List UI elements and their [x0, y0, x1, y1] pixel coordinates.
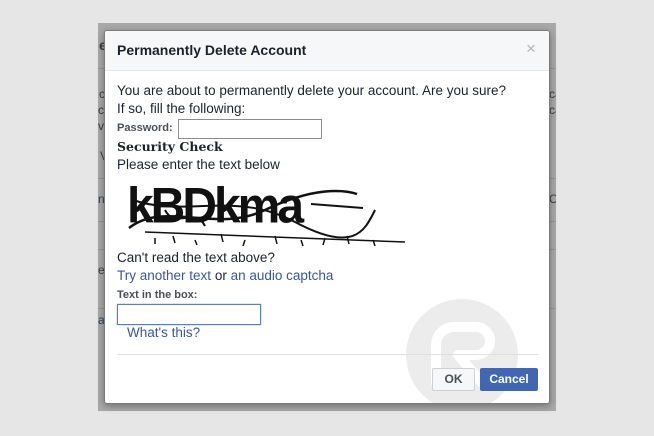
- ok-button[interactable]: OK: [432, 368, 475, 391]
- background-text-fragment: C: [549, 192, 556, 206]
- background-text-fragment: ca: [549, 87, 556, 101]
- security-check-heading: Security Check: [117, 139, 223, 154]
- instruction-text: If so, fill the following:: [117, 101, 246, 116]
- background-text-fragment: ca: [549, 103, 556, 117]
- intro-text: You are about to permanently delete your…: [117, 83, 507, 98]
- audio-captcha-link[interactable]: an audio captcha: [231, 268, 334, 283]
- cant-read-text: Can't read the text above?: [117, 250, 275, 265]
- whats-this-link[interactable]: What's this?: [127, 325, 200, 340]
- delete-account-dialog: Permanently Delete Account × You are abo…: [104, 30, 550, 404]
- cancel-button[interactable]: Cancel: [480, 368, 538, 391]
- dialog-header: Permanently Delete Account ×: [105, 31, 549, 71]
- password-input[interactable]: [178, 119, 322, 139]
- captcha-image: kBDkma: [127, 177, 406, 246]
- password-label: Password:: [117, 122, 173, 134]
- captcha-alternatives: Try another text or an audio captcha: [117, 268, 333, 283]
- captcha-input[interactable]: [117, 304, 261, 325]
- captcha-input-label: Text in the box:: [117, 289, 198, 301]
- close-icon[interactable]: ×: [523, 40, 539, 58]
- try-another-text-link[interactable]: Try another text: [117, 268, 211, 283]
- footer-divider: [117, 354, 538, 355]
- or-text: or: [214, 268, 227, 283]
- dialog-title: Permanently Delete Account: [117, 42, 307, 58]
